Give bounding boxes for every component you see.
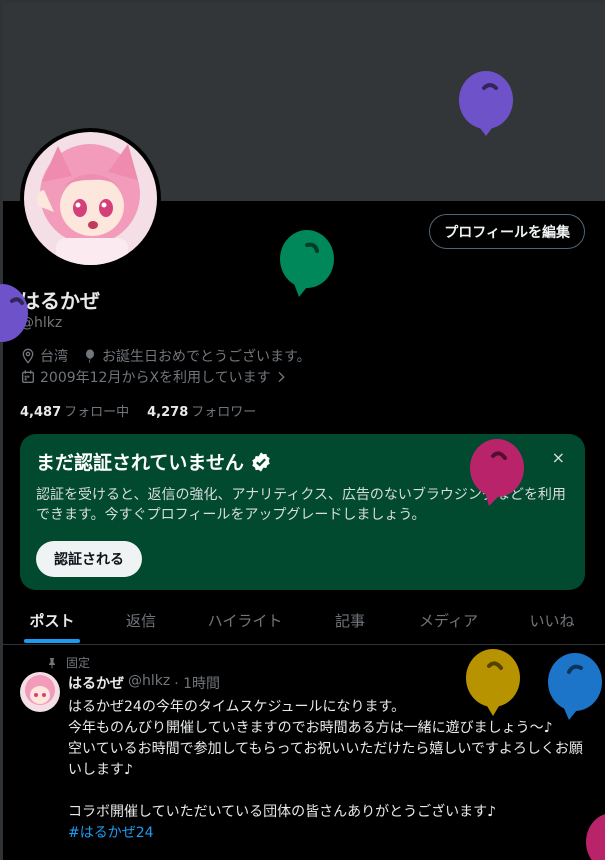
chevron-right-icon bbox=[278, 371, 285, 383]
profile-tabs: ポスト 返信 ハイライト 記事 メディア いいね bbox=[3, 595, 605, 645]
profile-birthday: お誕生日おめでとうございます。 bbox=[102, 349, 311, 365]
followers-label: フォロワー bbox=[191, 405, 257, 420]
post-line: 今年ものんびり開催していきますのでお時間ある方は一緒に遊びましょう〜♪ bbox=[68, 720, 553, 736]
post-author-avatar[interactable] bbox=[20, 672, 60, 712]
balloon-icon[interactable] bbox=[585, 812, 605, 860]
tab-posts[interactable]: ポスト bbox=[3, 595, 101, 645]
following-label: フォロー中 bbox=[64, 405, 130, 420]
verified-badge-icon bbox=[252, 451, 270, 472]
post-author-name[interactable]: はるかぜ bbox=[68, 673, 124, 693]
post-line: コラボ開催していただいている団体の皆さんありがとうございます♪ bbox=[68, 804, 497, 820]
profile-joined-date: 2009年12月からXを利用しています bbox=[40, 370, 271, 386]
close-icon[interactable]: × bbox=[552, 448, 565, 467]
following-link[interactable]: 4,487 フォロー中 bbox=[20, 401, 129, 420]
tab-articles[interactable]: 記事 bbox=[309, 595, 391, 645]
pinned-indicator: 固定 bbox=[46, 654, 90, 671]
get-verified-button[interactable]: 認証される bbox=[36, 541, 142, 577]
pin-icon bbox=[49, 657, 55, 668]
location-pin-icon bbox=[22, 348, 34, 364]
balloon-icon[interactable] bbox=[545, 652, 605, 724]
post-author-handle[interactable]: @hlkz bbox=[128, 673, 170, 693]
balloon-icon[interactable] bbox=[467, 438, 527, 510]
followers-link[interactable]: 4,278 フォロワー bbox=[147, 401, 256, 420]
balloon-icon[interactable] bbox=[0, 283, 30, 345]
balloon-icon[interactable] bbox=[463, 648, 523, 720]
avatar-image bbox=[24, 132, 157, 265]
tab-highlights[interactable]: ハイライト bbox=[181, 595, 309, 645]
post-hashtag[interactable]: #はるかぜ24 bbox=[68, 825, 154, 841]
following-count: 4,487 bbox=[20, 405, 62, 420]
profile-avatar[interactable] bbox=[20, 128, 161, 269]
profile-joined-row[interactable]: 2009年12月からXを利用しています bbox=[20, 367, 293, 387]
post-line bbox=[68, 781, 588, 802]
tab-replies[interactable]: 返信 bbox=[101, 595, 181, 645]
profile-location: 台湾 bbox=[40, 349, 68, 365]
balloon-birthday-icon bbox=[86, 349, 94, 363]
post-header: はるかぜ @hlkz · 1時間 bbox=[68, 673, 220, 693]
calendar-icon bbox=[22, 370, 34, 383]
post-line: 空いているお時間で参加してもらってお祝いいただけたら嬉しいですよろしくお願いしま… bbox=[68, 741, 583, 778]
balloon-icon[interactable] bbox=[277, 229, 337, 301]
tab-media[interactable]: メディア bbox=[391, 595, 506, 645]
follow-stats: 4,487 フォロー中 4,278 フォロワー bbox=[20, 401, 256, 420]
verification-title: まだ認証されていません bbox=[36, 452, 244, 474]
tab-likes[interactable]: いいね bbox=[506, 595, 598, 645]
edit-profile-button[interactable]: プロフィールを編集 bbox=[429, 214, 585, 249]
followers-count: 4,278 bbox=[147, 405, 189, 420]
profile-display-name: はるかぜ bbox=[20, 289, 100, 313]
profile-meta-row: 台湾 お誕生日おめでとうございます。 bbox=[20, 346, 311, 366]
pinned-label: 固定 bbox=[66, 656, 91, 670]
post-timestamp[interactable]: · 1時間 bbox=[174, 673, 220, 693]
balloon-icon[interactable] bbox=[456, 70, 516, 144]
